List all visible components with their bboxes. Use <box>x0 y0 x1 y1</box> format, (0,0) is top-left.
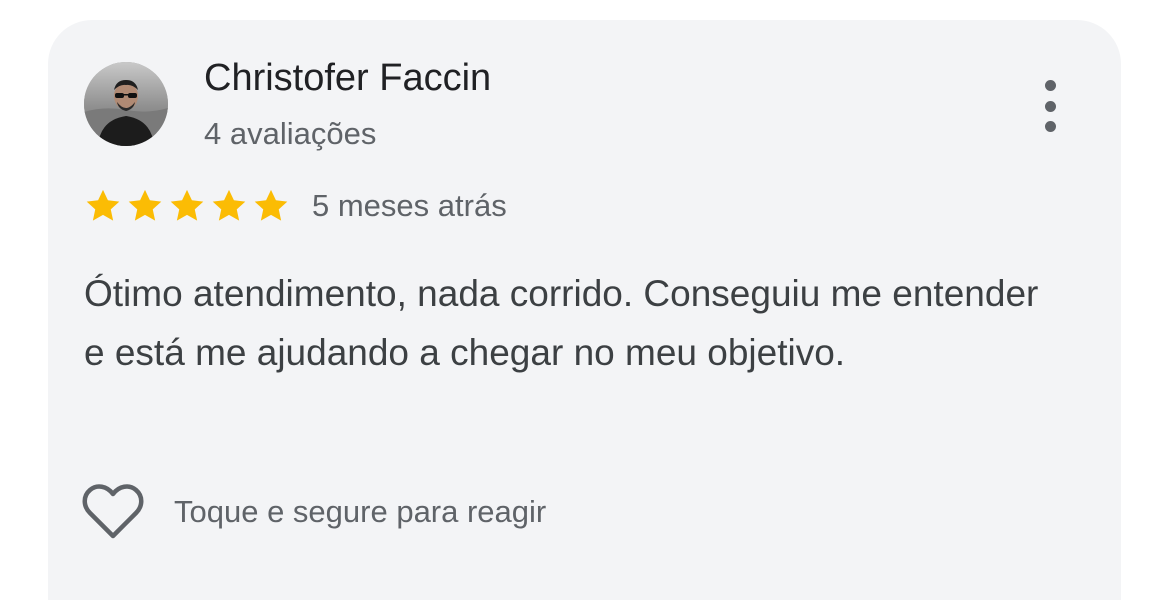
more-vert-icon-dot <box>1044 121 1056 132</box>
heart-outline-icon[interactable] <box>82 484 144 540</box>
reviewer-name[interactable]: Christofer Faccin <box>204 54 491 102</box>
reviewer-review-count[interactable]: 4 avaliações <box>204 114 376 154</box>
star-icon <box>212 189 246 221</box>
more-vert-icon-dot <box>1044 100 1056 112</box>
star-icon <box>170 189 204 221</box>
avatar-photo <box>84 62 168 146</box>
more-options-button[interactable] <box>1030 76 1070 136</box>
review-date: 5 meses atrás <box>312 188 507 223</box>
review-text: Ótimo atendimento, nada corrido. Consegu… <box>84 273 1039 373</box>
avatar[interactable] <box>84 62 168 146</box>
star-rating <box>84 187 294 225</box>
star-icon <box>254 189 288 221</box>
review-card: Christofer Faccin 4 avaliações 5 meses a… <box>48 20 1121 600</box>
react-hint: Toque e segure para reagir <box>174 494 547 529</box>
react-row: Toque e segure para reagir <box>82 484 546 540</box>
star-icon <box>128 189 162 221</box>
star-icon <box>86 189 120 221</box>
more-vert-icon <box>1044 80 1056 91</box>
rating-row: 5 meses atrás <box>84 184 507 228</box>
